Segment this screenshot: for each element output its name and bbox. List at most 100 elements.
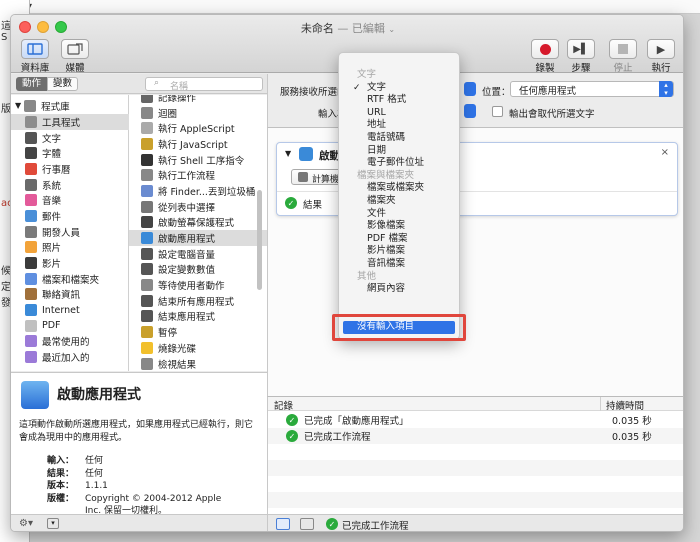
replace-checkbox[interactable] [492,106,503,117]
sidebar-item[interactable]: 系統 [11,177,129,193]
action-item[interactable]: 執行 AppleScript [129,120,267,136]
menu-item[interactable]: URL [339,107,459,120]
action-item[interactable]: 設定變數數值 [129,262,267,278]
menu-item[interactable]: 檔案或檔案夾 [339,182,459,195]
column-divider [600,397,601,411]
menu-item[interactable]: 文件 [339,208,459,221]
action-item-label: 燒錄光碟 [158,343,197,355]
action-item[interactable]: 啟動應用程式 [129,230,267,246]
action-item[interactable]: 檢視結果 [129,356,267,371]
tab-variables[interactable]: 變數 [47,77,78,91]
sidebar-item[interactable]: 郵件 [11,208,129,224]
sidebar-item[interactable]: 最近加入的 [11,349,129,365]
input-popup-arrow[interactable] [464,104,476,118]
action-item-label: 結束應用程式 [158,312,216,324]
sidebar-item[interactable]: 開發人員 [11,224,129,240]
sidebar-item-label: 影片 [42,259,62,271]
sidebar-item[interactable]: 聯絡資訊 [11,287,129,303]
menu-item[interactable]: 影像檔案 [339,220,459,233]
action-item[interactable]: 設定電腦音量 [129,246,267,262]
sidebar-item[interactable]: 最常使用的 [11,334,129,350]
menu-item[interactable]: RTF 格式 [339,94,459,107]
action-item-label: 迴圈 [158,108,178,120]
category-icon [25,131,37,144]
sidebar-item[interactable]: 音樂 [11,192,129,208]
sidebar-item[interactable]: 檔案和檔案夾 [11,271,129,287]
action-item[interactable]: 迴圈 [129,105,267,121]
menu-item[interactable]: 地址 [339,119,459,132]
search-icon: ⌕ [154,78,160,88]
background-menubar: 處理 ▾ [0,0,700,16]
input-type-menu: 文字 文字 ✓ RTF 格式 URL 地址 電話號碼 日期 電子郵件位址 檔案與檔案夾 檔案或檔案夾… [338,52,460,340]
action-item[interactable]: 暫停 [129,324,267,340]
library-label: 資料庫 [20,63,50,74]
menu-item[interactable]: 影片檔案 [339,245,459,258]
action-item[interactable]: 從列表中選擇 [129,199,267,215]
action-item[interactable]: 啟動螢幕保護程式 [129,215,267,231]
actions-scrollbar[interactable] [257,190,262,290]
close-icon[interactable]: × [661,147,669,158]
media-button[interactable] [61,39,89,59]
category-icon [25,241,37,254]
menu-item[interactable]: 電子郵件位址 [339,157,459,170]
action-item[interactable]: 執行 JavaScript [129,136,267,152]
log-column-header[interactable]: 記錄 [274,398,293,412]
position-popup[interactable]: 任何應用程式 ▴ ▾ [510,81,674,97]
log-row[interactable]: ✓ 已完成工作流程 0.035 秒 [268,428,683,444]
category-icon [25,351,37,364]
menu-section-header: 檔案與檔案夾 [357,169,415,181]
search-field[interactable]: ⌕ 名稱 [145,77,263,92]
action-card[interactable]: ▼ 啟動應 × 計算機 ✓ 結果 選 [276,142,678,216]
action-item-label: 從列表中選擇 [158,202,216,214]
stop-button[interactable] [609,39,637,59]
log-row[interactable]: ✓ 已完成「啟動應用程式」 0.035 秒 [268,412,683,428]
step-button[interactable]: ▶▌ [567,39,595,59]
results-tab[interactable]: 結果 [303,197,322,211]
menu-item[interactable]: 日期 [339,145,459,158]
log-view-icon[interactable] [276,518,290,530]
sidebar-item[interactable]: PDF [11,318,129,334]
menu-item[interactable]: 檔案夾 [339,195,459,208]
variables-view-icon[interactable] [300,518,314,530]
action-item[interactable]: 執行工作流程 [129,167,267,183]
sidebar-item[interactable]: 照片 [11,240,129,256]
library-icon [24,99,37,112]
action-item[interactable]: 燒錄光碟 [129,340,267,356]
duration-column-header[interactable]: 持續時間 [606,398,644,412]
record-button[interactable] [531,39,559,59]
sidebar-item[interactable]: 工具程式 [11,114,129,130]
action-item[interactable]: 執行 Shell 工序指令 [129,152,267,168]
actions-list: 記錄操作迴圈 執行 AppleScript 執行 JavaScript 執行 Shel… [129,95,267,371]
field-key: 版本： [47,481,75,491]
action-item[interactable]: 結束應用程式 [129,309,267,325]
action-icon [141,247,153,260]
log-row-duration: 0.035 秒 [612,416,652,427]
receives-popup-arrow[interactable] [464,82,476,96]
library-root[interactable]: ▼ 程式庫 [15,98,70,114]
action-icon [141,153,153,166]
sidebar-item[interactable]: 文字 [11,130,129,146]
menu-item[interactable]: 電話號碼 [339,132,459,145]
sidebar-item[interactable]: 影片 [11,255,129,271]
toggle-description-icon[interactable]: ▾ [47,518,59,529]
sidebar-item[interactable]: 字體 [11,145,129,161]
menu-item[interactable]: 音訊檔案 [339,258,459,271]
action-icon [141,200,153,213]
action-item[interactable]: 等待使用者動作 [129,277,267,293]
sidebar-item-label: 工具程式 [42,117,81,129]
sidebar-item[interactable]: Internet [11,302,129,318]
action-item[interactable]: 記錄操作 [129,95,267,105]
chevron-down-icon[interactable]: ⌄ [388,25,395,34]
sidebar-item[interactable]: 行事曆 [11,161,129,177]
library-button[interactable] [21,39,49,59]
menu-item[interactable]: 網頁內容 [339,283,459,296]
action-item[interactable]: 結束所有應用程式 [129,293,267,309]
gear-icon[interactable]: ⚙▾ [19,518,33,529]
action-icon [141,216,153,229]
action-icon [141,122,153,135]
disclosure-triangle-icon[interactable]: ▼ [285,149,291,158]
menu-item[interactable]: PDF 檔案 [339,233,459,246]
run-button[interactable]: ▶ [647,39,675,59]
tab-actions[interactable]: 動作 [16,77,47,91]
action-item[interactable]: 將 Finder...丟到垃圾桶 [129,183,267,199]
